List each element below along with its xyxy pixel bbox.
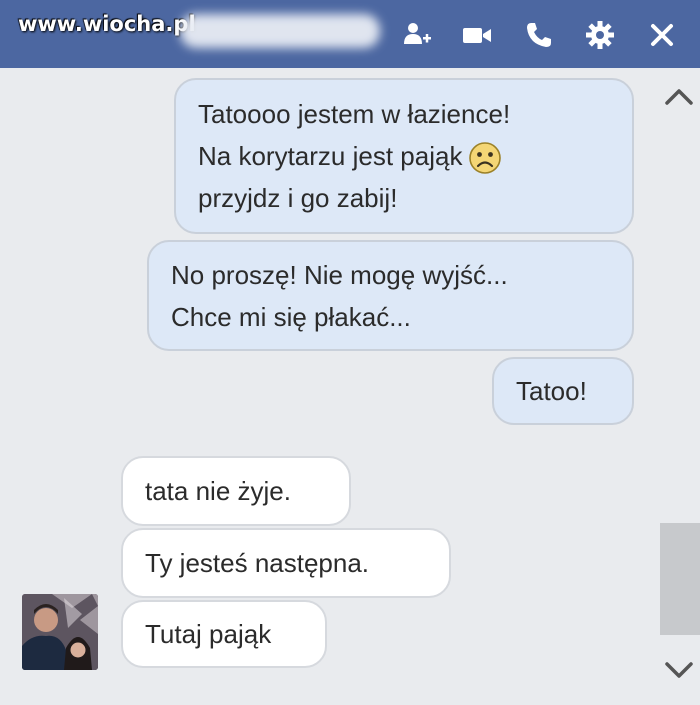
scrollbar[interactable] <box>657 68 700 705</box>
message-bubble-incoming: Tutaj pająk <box>121 600 327 668</box>
message-bubble-incoming: tata nie żyje. <box>121 456 351 526</box>
message-line: Tutaj pająk <box>145 619 272 649</box>
message-line: tata nie żyje. <box>145 476 291 506</box>
avatar-photo <box>22 594 98 670</box>
sad-face-icon <box>469 142 502 174</box>
watermark: www.wiocha.pl <box>18 12 196 36</box>
add-person-icon[interactable] <box>400 18 434 52</box>
close-icon[interactable] <box>645 18 679 52</box>
message-text: Na korytarzu jest pająk <box>198 141 463 171</box>
message-line: Ty jesteś następna. <box>145 548 370 578</box>
phone-icon[interactable] <box>522 18 556 52</box>
message-line: No proszę! Nie mogę wyjść... <box>171 260 508 290</box>
message-line: Na korytarzu jest pająk <box>198 135 610 177</box>
message-bubble-incoming: Ty jesteś następna. <box>121 528 451 598</box>
scroll-down-icon[interactable] <box>657 650 700 690</box>
gear-icon[interactable] <box>583 18 617 52</box>
message-bubble-outgoing: Tatoooo jestem w łazience! Na korytarzu … <box>174 78 634 234</box>
scroll-thumb[interactable] <box>660 523 700 635</box>
message-line: przyjdz i go zabij! <box>198 183 398 213</box>
scroll-up-icon[interactable] <box>657 76 700 116</box>
message-line: Chce mi się płakać... <box>171 302 411 332</box>
message-line: Tatoo! <box>516 376 587 406</box>
chat-title-bar: www.wiocha.pl <box>0 0 700 68</box>
message-line: Tatoooo jestem w łazience! <box>198 99 511 129</box>
blurred-contact-name <box>180 14 380 48</box>
message-bubble-outgoing: Tatoo! <box>492 357 634 425</box>
video-icon[interactable] <box>460 18 494 52</box>
avatar[interactable] <box>22 594 98 670</box>
message-bubble-outgoing: No proszę! Nie mogę wyjść... Chce mi się… <box>147 240 634 351</box>
